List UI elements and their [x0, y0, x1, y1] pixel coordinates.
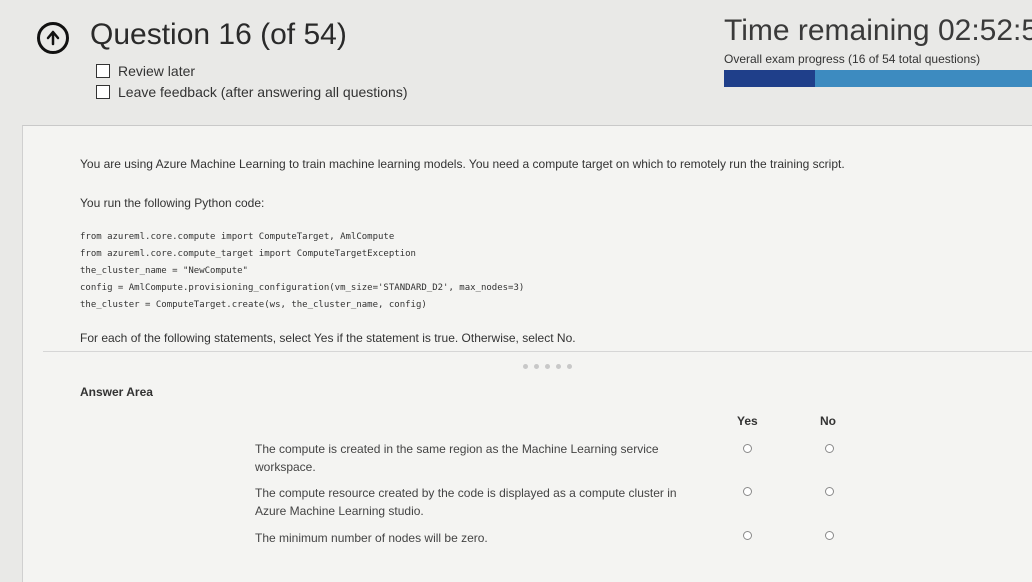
- statement-3: The minimum number of nodes will be zero…: [255, 531, 488, 545]
- question-intro: You are using Azure Machine Learning to …: [80, 157, 845, 171]
- statement-1-no-radio[interactable]: [825, 444, 834, 453]
- statement-1-yes-radio[interactable]: [743, 444, 752, 453]
- code-line: the_cluster_name = "NewCompute": [80, 266, 248, 276]
- progress-label: Overall exam progress (16 of 54 total qu…: [724, 52, 981, 66]
- code-block: from azureml.core.compute import Compute…: [80, 229, 524, 314]
- leave-feedback-checkbox[interactable]: [96, 85, 110, 99]
- statement-2-no-radio[interactable]: [825, 487, 834, 496]
- back-arrow-icon[interactable]: [37, 22, 69, 54]
- exam-progress-fill: [724, 70, 816, 87]
- code-line: from azureml.core.compute_target import …: [80, 249, 416, 259]
- time-remaining: Time remaining 02:52:5: [724, 14, 1032, 47]
- exam-header: Question 16 (of 54) Review later Leave f…: [0, 0, 1032, 125]
- review-later-checkbox[interactable]: [96, 64, 110, 78]
- splitter-handle[interactable]: [523, 364, 572, 369]
- code-intro: You run the following Python code:: [80, 196, 265, 210]
- code-line: config = AmlCompute.provisioning_configu…: [80, 283, 525, 293]
- yes-column-header: Yes: [737, 414, 758, 428]
- statement-1: The compute is created in the same regio…: [255, 442, 659, 474]
- leave-feedback-label: Leave feedback (after answering all ques…: [118, 84, 408, 100]
- statement-3-yes-radio[interactable]: [743, 531, 752, 540]
- question-title: Question 16 (of 54): [90, 18, 347, 51]
- divider: [43, 351, 1032, 352]
- code-line: the_cluster = ComputeTarget.create(ws, t…: [80, 300, 427, 310]
- exam-progress-bar: [724, 70, 1032, 87]
- statement-2-yes-radio[interactable]: [743, 487, 752, 496]
- statement-2: The compute resource created by the code…: [255, 486, 677, 518]
- leave-feedback-option[interactable]: Leave feedback (after answering all ques…: [96, 84, 408, 100]
- question-panel: You are using Azure Machine Learning to …: [22, 125, 1032, 582]
- no-column-header: No: [820, 414, 836, 428]
- instruction-text: For each of the following statements, se…: [80, 331, 576, 345]
- answer-area-title: Answer Area: [80, 385, 153, 399]
- review-later-option[interactable]: Review later: [96, 63, 195, 79]
- statement-3-no-radio[interactable]: [825, 531, 834, 540]
- code-line: from azureml.core.compute import Compute…: [80, 232, 395, 242]
- review-later-label: Review later: [118, 63, 196, 79]
